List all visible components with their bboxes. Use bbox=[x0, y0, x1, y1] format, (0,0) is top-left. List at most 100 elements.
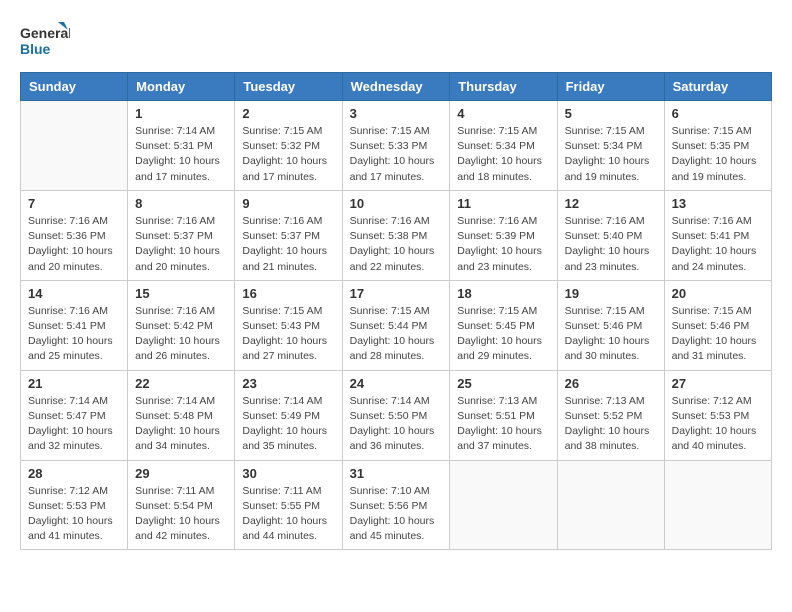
day-info: Sunrise: 7:14 AM Sunset: 5:48 PM Dayligh… bbox=[135, 394, 227, 455]
calendar-cell bbox=[664, 460, 771, 550]
svg-text:Blue: Blue bbox=[20, 41, 51, 57]
day-info: Sunrise: 7:14 AM Sunset: 5:49 PM Dayligh… bbox=[242, 394, 334, 455]
calendar-header-sunday: Sunday bbox=[21, 73, 128, 101]
calendar-header-thursday: Thursday bbox=[450, 73, 557, 101]
calendar-cell: 7 Sunrise: 7:16 AM Sunset: 5:36 PM Daylig… bbox=[21, 190, 128, 280]
logo-svg: General Blue bbox=[20, 20, 70, 62]
day-number: 30 bbox=[242, 466, 334, 481]
day-info: Sunrise: 7:14 AM Sunset: 5:50 PM Dayligh… bbox=[350, 394, 443, 455]
day-number: 17 bbox=[350, 286, 443, 301]
calendar-week-1: 1 Sunrise: 7:14 AM Sunset: 5:31 PM Daylig… bbox=[21, 101, 772, 191]
day-number: 15 bbox=[135, 286, 227, 301]
day-info: Sunrise: 7:16 AM Sunset: 5:42 PM Dayligh… bbox=[135, 304, 227, 365]
calendar-header-tuesday: Tuesday bbox=[235, 73, 342, 101]
day-number: 22 bbox=[135, 376, 227, 391]
logo: General Blue bbox=[20, 20, 70, 62]
calendar-cell: 1 Sunrise: 7:14 AM Sunset: 5:31 PM Daylig… bbox=[128, 101, 235, 191]
calendar-cell: 4 Sunrise: 7:15 AM Sunset: 5:34 PM Daylig… bbox=[450, 101, 557, 191]
calendar-cell: 21 Sunrise: 7:14 AM Sunset: 5:47 PM Dayli… bbox=[21, 370, 128, 460]
calendar-cell bbox=[21, 101, 128, 191]
calendar-week-4: 21 Sunrise: 7:14 AM Sunset: 5:47 PM Dayli… bbox=[21, 370, 772, 460]
day-info: Sunrise: 7:15 AM Sunset: 5:34 PM Dayligh… bbox=[565, 124, 657, 185]
day-number: 1 bbox=[135, 106, 227, 121]
calendar-cell: 20Sunrise: 7:15 AM Sunset: 5:46 PM Dayli… bbox=[664, 280, 771, 370]
day-number: 27 bbox=[672, 376, 764, 391]
calendar-cell: 2 Sunrise: 7:15 AM Sunset: 5:32 PM Daylig… bbox=[235, 101, 342, 191]
day-info: Sunrise: 7:16 AM Sunset: 5:36 PM Dayligh… bbox=[28, 214, 120, 275]
calendar-cell: 16 Sunrise: 7:15 AM Sunset: 5:43 PM Dayli… bbox=[235, 280, 342, 370]
day-info: Sunrise: 7:16 AM Sunset: 5:40 PM Dayligh… bbox=[565, 214, 657, 275]
day-number: 13 bbox=[672, 196, 764, 211]
calendar-header-friday: Friday bbox=[557, 73, 664, 101]
day-info: Sunrise: 7:16 AM Sunset: 5:41 PM Dayligh… bbox=[672, 214, 764, 275]
day-info: Sunrise: 7:16 AM Sunset: 5:37 PM Dayligh… bbox=[242, 214, 334, 275]
calendar-cell: 28 Sunrise: 7:12 AM Sunset: 5:53 PM Dayli… bbox=[21, 460, 128, 550]
calendar-cell: 14 Sunrise: 7:16 AM Sunset: 5:41 PM Dayli… bbox=[21, 280, 128, 370]
day-number: 21 bbox=[28, 376, 120, 391]
calendar-cell: 18 Sunrise: 7:15 AM Sunset: 5:45 PM Dayli… bbox=[450, 280, 557, 370]
day-info: Sunrise: 7:15 AM Sunset: 5:43 PM Dayligh… bbox=[242, 304, 334, 365]
day-info: Sunrise: 7:15 AM Sunset: 5:46 PM Dayligh… bbox=[565, 304, 657, 365]
day-info: Sunrise: 7:14 AM Sunset: 5:47 PM Dayligh… bbox=[28, 394, 120, 455]
calendar-cell: 10Sunrise: 7:16 AM Sunset: 5:38 PM Dayli… bbox=[342, 190, 450, 280]
day-number: 19 bbox=[565, 286, 657, 301]
day-number: 24 bbox=[350, 376, 443, 391]
calendar-week-3: 14 Sunrise: 7:16 AM Sunset: 5:41 PM Dayli… bbox=[21, 280, 772, 370]
day-info: Sunrise: 7:15 AM Sunset: 5:34 PM Dayligh… bbox=[457, 124, 549, 185]
day-number: 2 bbox=[242, 106, 334, 121]
day-number: 6 bbox=[672, 106, 764, 121]
day-number: 25 bbox=[457, 376, 549, 391]
day-number: 4 bbox=[457, 106, 549, 121]
calendar-cell: 13 Sunrise: 7:16 AM Sunset: 5:41 PM Dayli… bbox=[664, 190, 771, 280]
calendar-cell: 8 Sunrise: 7:16 AM Sunset: 5:37 PM Daylig… bbox=[128, 190, 235, 280]
day-info: Sunrise: 7:15 AM Sunset: 5:32 PM Dayligh… bbox=[242, 124, 334, 185]
calendar-cell: 24 Sunrise: 7:14 AM Sunset: 5:50 PM Dayli… bbox=[342, 370, 450, 460]
calendar-table: SundayMondayTuesdayWednesdayThursdayFrid… bbox=[20, 72, 772, 550]
day-number: 8 bbox=[135, 196, 227, 211]
day-number: 9 bbox=[242, 196, 334, 211]
calendar-cell: 19 Sunrise: 7:15 AM Sunset: 5:46 PM Dayli… bbox=[557, 280, 664, 370]
day-number: 12 bbox=[565, 196, 657, 211]
day-number: 14 bbox=[28, 286, 120, 301]
calendar-cell: 29Sunrise: 7:11 AM Sunset: 5:54 PM Dayli… bbox=[128, 460, 235, 550]
svg-text:General: General bbox=[20, 25, 70, 41]
calendar-header-monday: Monday bbox=[128, 73, 235, 101]
day-info: Sunrise: 7:12 AM Sunset: 5:53 PM Dayligh… bbox=[28, 484, 120, 545]
day-number: 11 bbox=[457, 196, 549, 211]
calendar-cell: 30 Sunrise: 7:11 AM Sunset: 5:55 PM Dayli… bbox=[235, 460, 342, 550]
day-number: 3 bbox=[350, 106, 443, 121]
calendar-cell: 22 Sunrise: 7:14 AM Sunset: 5:48 PM Dayli… bbox=[128, 370, 235, 460]
day-info: Sunrise: 7:14 AM Sunset: 5:31 PM Dayligh… bbox=[135, 124, 227, 185]
day-info: Sunrise: 7:15 AM Sunset: 5:33 PM Dayligh… bbox=[350, 124, 443, 185]
day-info: Sunrise: 7:13 AM Sunset: 5:52 PM Dayligh… bbox=[565, 394, 657, 455]
calendar-header-saturday: Saturday bbox=[664, 73, 771, 101]
calendar-cell bbox=[450, 460, 557, 550]
calendar-cell: 31 Sunrise: 7:10 AM Sunset: 5:56 PM Dayli… bbox=[342, 460, 450, 550]
day-number: 31 bbox=[350, 466, 443, 481]
calendar-cell: 26 Sunrise: 7:13 AM Sunset: 5:52 PM Dayli… bbox=[557, 370, 664, 460]
day-info: Sunrise: 7:13 AM Sunset: 5:51 PM Dayligh… bbox=[457, 394, 549, 455]
calendar-cell: 11 Sunrise: 7:16 AM Sunset: 5:39 PM Dayli… bbox=[450, 190, 557, 280]
day-info: Sunrise: 7:11 AM Sunset: 5:55 PM Dayligh… bbox=[242, 484, 334, 545]
calendar-cell: 25 Sunrise: 7:13 AM Sunset: 5:51 PM Dayli… bbox=[450, 370, 557, 460]
calendar-cell: 6Sunrise: 7:15 AM Sunset: 5:35 PM Daylig… bbox=[664, 101, 771, 191]
day-info: Sunrise: 7:15 AM Sunset: 5:46 PM Dayligh… bbox=[672, 304, 764, 365]
day-number: 7 bbox=[28, 196, 120, 211]
day-number: 16 bbox=[242, 286, 334, 301]
page-container: General Blue SundayMondayTuesdayWednesda… bbox=[20, 20, 772, 550]
calendar-header-row: SundayMondayTuesdayWednesdayThursdayFrid… bbox=[21, 73, 772, 101]
day-number: 29 bbox=[135, 466, 227, 481]
calendar-cell: 17Sunrise: 7:15 AM Sunset: 5:44 PM Dayli… bbox=[342, 280, 450, 370]
day-info: Sunrise: 7:16 AM Sunset: 5:39 PM Dayligh… bbox=[457, 214, 549, 275]
day-number: 5 bbox=[565, 106, 657, 121]
day-info: Sunrise: 7:15 AM Sunset: 5:45 PM Dayligh… bbox=[457, 304, 549, 365]
day-number: 28 bbox=[28, 466, 120, 481]
day-info: Sunrise: 7:16 AM Sunset: 5:37 PM Dayligh… bbox=[135, 214, 227, 275]
day-info: Sunrise: 7:12 AM Sunset: 5:53 PM Dayligh… bbox=[672, 394, 764, 455]
day-info: Sunrise: 7:10 AM Sunset: 5:56 PM Dayligh… bbox=[350, 484, 443, 545]
calendar-cell bbox=[557, 460, 664, 550]
day-number: 26 bbox=[565, 376, 657, 391]
day-number: 18 bbox=[457, 286, 549, 301]
day-number: 10 bbox=[350, 196, 443, 211]
day-info: Sunrise: 7:16 AM Sunset: 5:41 PM Dayligh… bbox=[28, 304, 120, 365]
